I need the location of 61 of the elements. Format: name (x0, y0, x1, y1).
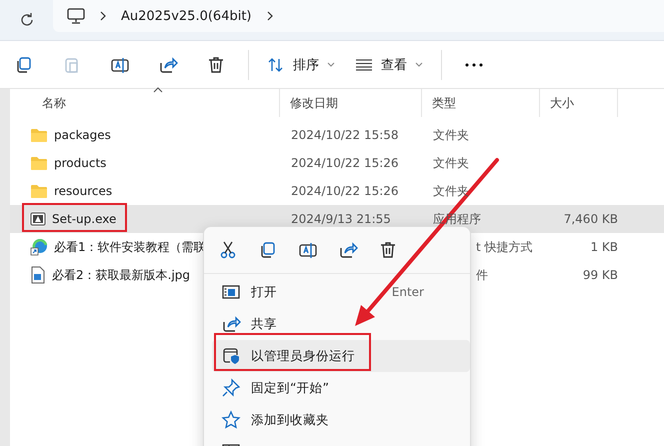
browser-shortcut-icon (30, 238, 48, 256)
file-name: products (54, 156, 106, 170)
refresh-icon[interactable] (18, 12, 34, 28)
share-button[interactable] (338, 240, 358, 260)
share-icon (338, 240, 358, 260)
pin-icon (221, 378, 241, 398)
view-button[interactable]: 查看 (345, 46, 433, 82)
file-row[interactable]: packages 2024/10/22 15:58 文件夹 (10, 121, 664, 149)
more-icon (465, 62, 483, 66)
file-type: 文件夹 (433, 128, 469, 142)
delete-icon (378, 240, 398, 260)
file-size: 7,460 KB (564, 212, 618, 226)
file-size: 1 KB (590, 240, 618, 254)
dropdown-caret-icon (327, 62, 335, 68)
folder-icon (30, 155, 48, 171)
image-file-icon (30, 266, 46, 284)
column-header[interactable]: 类型 (422, 89, 540, 117)
menu-item[interactable]: 以管理员身份运行 (212, 340, 470, 372)
file-name: Set-up.exe (52, 212, 116, 226)
chevron-right-icon[interactable] (266, 11, 274, 21)
file-type: 文件夹 (433, 156, 469, 170)
dropdown-caret-icon (415, 62, 423, 68)
chevron-right-icon[interactable] (99, 11, 107, 21)
folder-icon (30, 127, 48, 143)
menu-item[interactable]: 添加到收藏夹 (212, 404, 470, 436)
share-icon (221, 314, 241, 334)
modified-date: 2024/10/22 15:26 (291, 156, 399, 170)
cut-icon (218, 240, 238, 260)
rename-button[interactable] (298, 240, 318, 260)
file-type: t 快捷方式 (476, 240, 533, 254)
menu-item[interactable]: 打开 Enter (212, 276, 470, 308)
column-header[interactable]: 大小 (540, 89, 618, 117)
column-header[interactable]: 名称 (10, 89, 280, 117)
modified-date: 2024/9/13 21:55 (291, 212, 391, 226)
rename-icon (298, 240, 318, 260)
admin-icon (221, 346, 241, 366)
sort-caret-icon (153, 87, 163, 93)
computer-icon[interactable] (67, 8, 85, 24)
folder-icon (30, 183, 48, 199)
file-row[interactable]: resources 2024/10/22 15:26 文件夹 (10, 177, 664, 205)
file-name: 必看2：获取最新版本.jpg (52, 266, 190, 284)
file-name: resources (54, 184, 112, 198)
menu-item[interactable]: 固定到“开始” (212, 372, 470, 404)
menu-item[interactable]: 共享 (212, 308, 470, 340)
column-header[interactable]: 修改日期 (280, 89, 422, 117)
modified-date: 2024/10/22 15:26 (291, 184, 399, 198)
delete-icon (206, 54, 226, 74)
favorite-icon (221, 410, 241, 430)
breadcrumb-item[interactable]: Au2025v25.0(64bit) (121, 8, 252, 24)
file-name: packages (54, 128, 111, 142)
sort-icon (267, 56, 285, 72)
lines-icon (355, 58, 373, 70)
cut-button[interactable] (218, 240, 238, 260)
delete-button[interactable] (378, 240, 398, 260)
file-type: 文件夹 (433, 184, 469, 198)
app-icon (30, 211, 46, 227)
sort-button[interactable]: 排序 (257, 46, 345, 82)
file-row[interactable]: products 2024/10/22 15:26 文件夹 (10, 149, 664, 177)
modified-date: 2024/10/22 15:58 (291, 128, 399, 142)
file-type: 件 (476, 268, 488, 282)
file-size: 99 KB (582, 268, 618, 282)
